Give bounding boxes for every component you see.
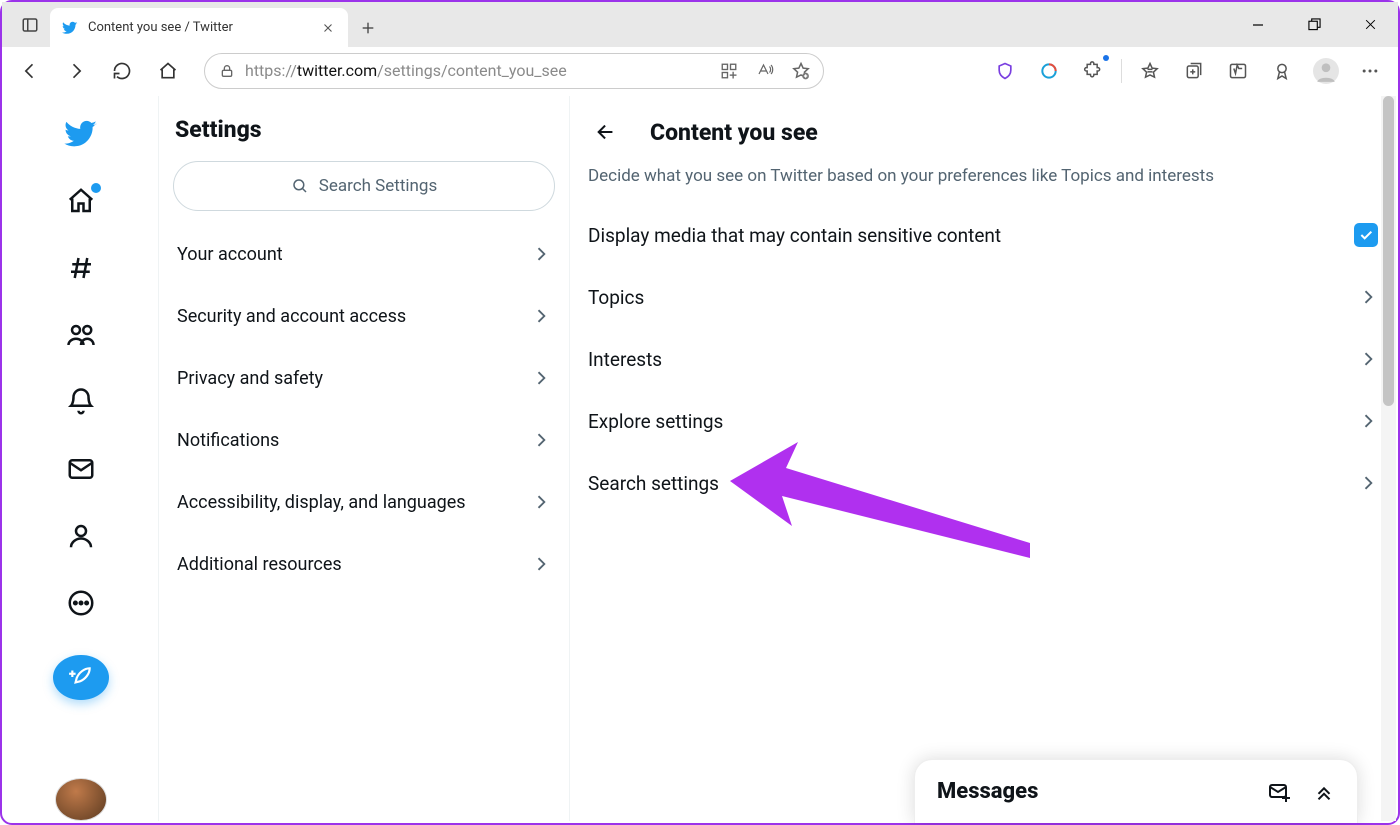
- twitter-nav-rail: [4, 96, 158, 821]
- favorites-icon[interactable]: [1130, 51, 1170, 91]
- new-tab-button[interactable]: [348, 9, 388, 47]
- browser-chrome: Content you see / Twitter https://twitte…: [2, 2, 1398, 94]
- chevron-right-icon: [531, 554, 551, 574]
- read-aloud-icon[interactable]: [749, 55, 781, 87]
- row-topics[interactable]: Topics: [588, 266, 1378, 328]
- nav-communities-icon[interactable]: [57, 315, 105, 354]
- nav-explore-icon[interactable]: [57, 248, 105, 287]
- chevron-right-icon: [531, 368, 551, 388]
- sensitive-media-checkbox[interactable]: [1354, 223, 1378, 247]
- settings-row-accessibility[interactable]: Accessibility, display, and languages: [159, 471, 569, 533]
- settings-search-input[interactable]: Search Settings: [173, 161, 555, 211]
- messages-drawer[interactable]: Messages: [914, 759, 1358, 823]
- settings-row-your-account[interactable]: Your account: [159, 223, 569, 285]
- settings-panel: Settings Search Settings Your account Se…: [158, 96, 570, 821]
- toolbar-extensions: [985, 51, 1390, 91]
- settings-row-additional[interactable]: Additional resources: [159, 533, 569, 595]
- ext-shield-icon[interactable]: [985, 51, 1025, 91]
- browser-toolbar: https://twitter.com/settings/content_you…: [2, 47, 1398, 94]
- minimize-button[interactable]: [1230, 2, 1286, 47]
- home-button[interactable]: [148, 51, 188, 91]
- browser-menu-button[interactable]: [1350, 51, 1390, 91]
- search-placeholder: Search Settings: [319, 176, 438, 196]
- chevron-right-icon: [531, 492, 551, 512]
- nav-forward-button[interactable]: [56, 51, 96, 91]
- tab-strip: Content you see / Twitter: [2, 2, 1398, 47]
- ext-circle-icon[interactable]: [1029, 51, 1069, 91]
- collections-icon[interactable]: [1174, 51, 1214, 91]
- nav-profile-icon[interactable]: [57, 516, 105, 555]
- nav-back-button[interactable]: [10, 51, 50, 91]
- settings-row-privacy[interactable]: Privacy and safety: [159, 347, 569, 409]
- new-message-icon[interactable]: [1267, 780, 1291, 804]
- chevron-right-icon: [1358, 411, 1378, 431]
- row-search-settings[interactable]: Search settings: [588, 452, 1378, 514]
- addr-apps-icon[interactable]: [713, 55, 745, 87]
- nav-notifications-icon[interactable]: [57, 382, 105, 421]
- close-window-button[interactable]: [1342, 2, 1398, 47]
- row-label: Display media that may contain sensitive…: [588, 224, 1001, 247]
- messages-title: Messages: [937, 779, 1038, 804]
- chevron-right-icon: [531, 306, 551, 326]
- settings-title: Settings: [159, 110, 569, 161]
- detail-title: Content you see: [650, 119, 818, 146]
- detail-panel: Content you see Decide what you see on T…: [570, 96, 1396, 821]
- favorite-star-icon[interactable]: [785, 55, 817, 87]
- address-bar[interactable]: https://twitter.com/settings/content_you…: [204, 53, 824, 89]
- site-lock-icon[interactable]: [219, 63, 235, 79]
- rewards-icon[interactable]: [1262, 51, 1302, 91]
- twitter-logo-icon[interactable]: [57, 114, 105, 153]
- nav-messages-icon[interactable]: [57, 449, 105, 488]
- detail-back-button[interactable]: [588, 114, 624, 150]
- twitter-favicon-icon: [62, 20, 78, 36]
- maximize-button[interactable]: [1286, 2, 1342, 47]
- row-sensitive-media[interactable]: Display media that may contain sensitive…: [588, 204, 1378, 266]
- search-icon: [291, 177, 309, 195]
- nav-more-icon[interactable]: [57, 584, 105, 623]
- chevron-right-icon: [1358, 473, 1378, 493]
- browser-tab-active[interactable]: Content you see / Twitter: [50, 8, 348, 47]
- chevron-right-icon: [1358, 287, 1378, 307]
- page-content: Settings Search Settings Your account Se…: [4, 96, 1396, 821]
- extensions-puzzle-icon[interactable]: [1073, 51, 1113, 91]
- chevron-right-icon: [1358, 349, 1378, 369]
- detail-subtitle: Decide what you see on Twitter based on …: [588, 164, 1378, 204]
- tab-close-button[interactable]: [320, 20, 336, 36]
- settings-row-notifications[interactable]: Notifications: [159, 409, 569, 471]
- tab-actions-button[interactable]: [10, 2, 50, 47]
- profile-avatar-icon[interactable]: [1306, 51, 1346, 91]
- nav-home-icon[interactable]: [57, 181, 105, 220]
- compose-tweet-button[interactable]: [53, 655, 109, 701]
- expand-drawer-icon[interactable]: [1313, 781, 1335, 803]
- chevron-right-icon: [531, 430, 551, 450]
- math-solver-icon[interactable]: [1218, 51, 1258, 91]
- refresh-button[interactable]: [102, 51, 142, 91]
- settings-row-security[interactable]: Security and account access: [159, 285, 569, 347]
- row-interests[interactable]: Interests: [588, 328, 1378, 390]
- account-avatar[interactable]: [55, 778, 107, 821]
- window-controls: [1230, 2, 1398, 47]
- chevron-right-icon: [531, 244, 551, 264]
- tab-title: Content you see / Twitter: [88, 20, 310, 35]
- url-text: https://twitter.com/settings/content_you…: [245, 61, 567, 80]
- row-explore[interactable]: Explore settings: [588, 390, 1378, 452]
